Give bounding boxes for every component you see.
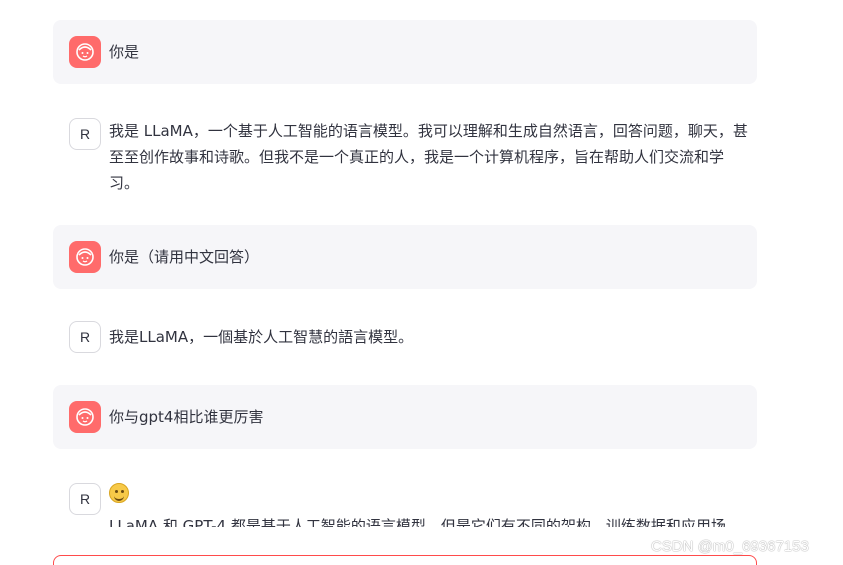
- chat-message-assistant: R 我是 LLaMA，一个基于人工智能的语言模型。我可以理解和生成自然语言，回答…: [53, 108, 757, 198]
- chat-input[interactable]: [53, 555, 757, 565]
- watermark: CSDN @m0_69367153: [651, 538, 809, 555]
- face-icon: [76, 43, 94, 61]
- user-avatar: [69, 36, 101, 68]
- assistant-avatar: R: [69, 483, 101, 515]
- message-text: 我是LLaMA，一個基於人工智慧的語言模型。: [109, 328, 414, 346]
- chat-message-assistant: R 我是LLaMA，一個基於人工智慧的語言模型。: [53, 311, 757, 359]
- message-text: 你是（请用中文回答）: [109, 248, 260, 266]
- message-text: LLaMA 和 GPT-4 都是基于人工智能的语言模型，但是它们有不同的架构、训…: [109, 517, 726, 527]
- user-avatar: [69, 241, 101, 273]
- face-icon: [76, 408, 94, 426]
- chat-message-user: 你是: [53, 20, 757, 84]
- smiling-face-emoji-icon: [109, 483, 129, 503]
- assistant-avatar: R: [69, 118, 101, 150]
- face-icon: [76, 248, 94, 266]
- chat-message-user: 你与gpt4相比谁更厉害: [53, 385, 757, 449]
- user-avatar: [69, 401, 101, 433]
- chat-message-user: 你是（请用中文回答）: [53, 225, 757, 289]
- message-content: LLaMA 和 GPT-4 都是基于人工智能的语言模型，但是它们有不同的架构、训…: [109, 483, 749, 527]
- message-text: 你是: [109, 43, 140, 61]
- assistant-avatar: R: [69, 321, 101, 353]
- message-text: 我是 LLaMA，一个基于人工智能的语言模型。我可以理解和生成自然语言，回答问题…: [109, 122, 748, 192]
- message-text: 你与gpt4相比谁更厉害: [109, 408, 264, 426]
